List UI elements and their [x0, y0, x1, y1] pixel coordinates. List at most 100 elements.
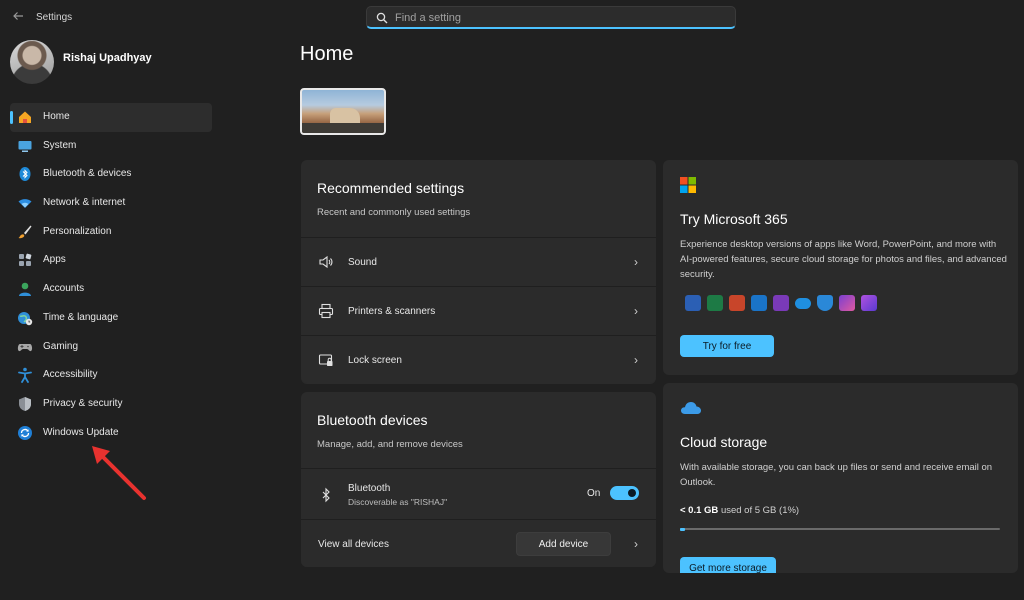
sidebar-item-label: System: [43, 139, 77, 151]
search-input[interactable]: [395, 10, 725, 26]
storage-progress-fill: [680, 527, 685, 531]
bluetooth-icon: [322, 487, 330, 503]
sidebar-item-apps[interactable]: Apps: [10, 246, 212, 275]
lock-screen-row[interactable]: Lock screen ›: [301, 335, 656, 383]
sound-row[interactable]: Sound ›: [301, 237, 656, 285]
microsoft-365-card: Try Microsoft 365 Experience desktop ver…: [663, 160, 1018, 375]
sidebar-item-label: Home: [43, 111, 70, 122]
get-more-storage-button[interactable]: Get more storage: [680, 557, 776, 573]
search-icon: [376, 12, 388, 24]
m365-title: Try Microsoft 365: [680, 211, 788, 227]
accessibility-icon: [18, 367, 32, 384]
bluetooth-devices-card: Bluetooth devices Manage, add, and remov…: [301, 392, 656, 567]
speaker-icon: [319, 255, 333, 269]
sidebar-item-label: Bluetooth & devices: [43, 168, 132, 180]
view-all-devices-row[interactable]: View all devices Add device ›: [301, 519, 656, 567]
sidebar-item-gaming[interactable]: Gaming: [10, 333, 212, 362]
wifi-icon: [18, 199, 32, 209]
sidebar-item-label: Accessibility: [43, 369, 98, 381]
back-button[interactable]: [10, 10, 26, 24]
bluetooth-device-row[interactable]: Bluetooth Discoverable as "RISHAJ" On: [301, 468, 656, 518]
sidebar-item-accessibility[interactable]: Accessibility: [10, 361, 212, 390]
storage-total-text: used of 5 GB (1%): [720, 505, 800, 516]
onedrive-icon: [795, 298, 811, 309]
sidebar-nav: Home System Bluetooth & devices Network …: [10, 103, 212, 447]
row-label: Lock screen: [348, 355, 402, 366]
sidebar-item-label: Gaming: [43, 340, 79, 352]
microsoft-logo-icon: [680, 177, 696, 193]
bluetooth-icon: [19, 167, 31, 182]
toggle-label: On: [587, 488, 601, 499]
recommended-title: Recommended settings: [317, 180, 465, 196]
sidebar-item-personalization[interactable]: Personalization: [10, 218, 212, 247]
m365-description: Experience desktop versions of apps like…: [680, 239, 1007, 280]
gamepad-icon: [17, 343, 33, 351]
sidebar-item-label: Network & internet: [43, 197, 126, 209]
printers-scanners-row[interactable]: Printers & scanners ›: [301, 286, 656, 334]
sidebar-item-time-language[interactable]: Time & language: [10, 304, 212, 333]
storage-used-value: < 0.1 GB: [680, 505, 719, 516]
avatar[interactable]: [10, 40, 54, 84]
sidebar-item-home[interactable]: Home: [10, 103, 212, 132]
onenote-icon: [773, 295, 789, 311]
sidebar-item-privacy-security[interactable]: Privacy & security: [10, 390, 212, 419]
apps-icon: [19, 254, 32, 267]
shield-icon: [19, 396, 31, 411]
bluetooth-device-name: Bluetooth: [348, 483, 391, 494]
view-all-devices-link[interactable]: View all devices: [318, 539, 389, 550]
arrow-left-icon: [13, 12, 23, 20]
brush-icon: [18, 225, 32, 238]
page-title: Home: [300, 43, 354, 65]
designer-icon: [861, 295, 877, 311]
chevron-right-icon: ›: [634, 353, 638, 367]
sidebar-item-network[interactable]: Network & internet: [10, 189, 212, 218]
try-for-free-button[interactable]: Try for free: [680, 335, 774, 357]
recommended-settings-card: Recommended settings Recent and commonly…: [301, 160, 656, 384]
row-label: Printers & scanners: [348, 306, 436, 317]
person-icon: [19, 282, 31, 297]
get-more-storage-clip: Get more storage: [680, 557, 780, 573]
sidebar-item-label: Personalization: [43, 225, 112, 237]
powerpoint-icon: [729, 295, 745, 311]
profile-name: Rishaj Upadhyay: [63, 52, 152, 64]
outlook-icon: [751, 295, 767, 311]
row-label: Sound: [348, 257, 377, 268]
chevron-right-icon: ›: [634, 304, 638, 318]
desktop-background-thumbnail[interactable]: [300, 88, 386, 135]
annotation-arrow-icon: [92, 446, 146, 500]
bluetooth-card-title: Bluetooth devices: [317, 412, 428, 428]
add-device-button[interactable]: Add device: [516, 532, 611, 556]
storage-progress-bar: [680, 527, 1000, 531]
sidebar-item-label: Time & language: [43, 311, 119, 323]
recommended-subtitle: Recent and commonly used settings: [317, 207, 471, 218]
app-title: Settings: [36, 12, 73, 23]
monitor-icon: [18, 140, 32, 152]
word-icon: [685, 295, 701, 311]
sidebar-item-label: Privacy & security: [43, 397, 123, 409]
sidebar-item-label: Apps: [43, 254, 66, 266]
title-bar: Settings: [0, 0, 1024, 34]
lock-screen-icon: [318, 354, 333, 366]
bluetooth-card-subtitle: Manage, add, and remove devices: [317, 439, 463, 450]
defender-icon: [817, 295, 833, 311]
sidebar-item-label: Windows Update: [43, 426, 119, 438]
sidebar-item-system[interactable]: System: [10, 132, 212, 161]
chevron-right-icon[interactable]: ›: [634, 537, 638, 551]
cloud-storage-description: With available storage, you can back up …: [680, 462, 993, 488]
bluetooth-toggle[interactable]: [610, 486, 639, 500]
clipchamp-icon: [839, 295, 855, 311]
sidebar-item-bluetooth[interactable]: Bluetooth & devices: [10, 160, 212, 189]
cloud-storage-card: Cloud storage With available storage, yo…: [663, 383, 1018, 573]
storage-usage-text: < 0.1 GB used of 5 GB (1%): [680, 505, 799, 516]
bluetooth-device-status: Discoverable as "RISHAJ": [348, 497, 448, 507]
cloud-icon: [681, 402, 701, 414]
cloud-storage-title: Cloud storage: [680, 434, 768, 450]
excel-icon: [707, 295, 723, 311]
sidebar-item-accounts[interactable]: Accounts: [10, 275, 212, 304]
home-icon: [19, 111, 31, 123]
globe-clock-icon: [18, 311, 33, 326]
search-box[interactable]: [366, 6, 736, 29]
chevron-right-icon: ›: [634, 255, 638, 269]
update-icon: [18, 425, 32, 440]
sidebar-item-label: Accounts: [43, 283, 85, 295]
